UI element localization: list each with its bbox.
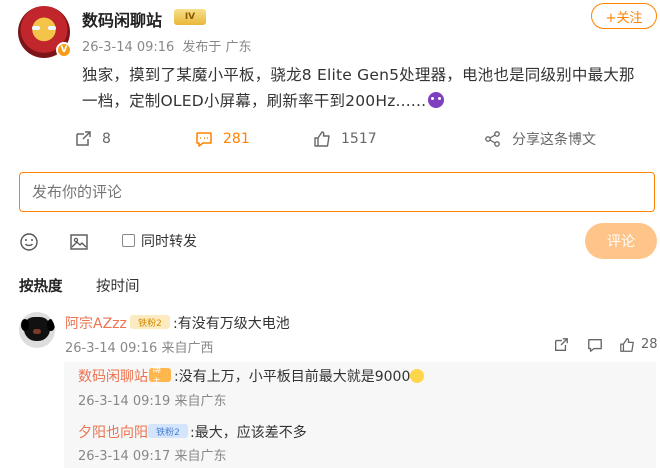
emoji-icon[interactable] — [19, 232, 39, 252]
comment-icon — [195, 130, 213, 148]
author-badge: 博主 — [149, 365, 171, 388]
post-date: 26-3-14 09:16 — [82, 40, 175, 55]
repost-count: 8 — [102, 131, 111, 147]
sort-by-hot-tab[interactable]: 按热度 — [19, 275, 63, 296]
repost-action[interactable]: 8 — [74, 128, 111, 150]
post-location: 发布于 广东 — [182, 40, 252, 55]
comment-like-count: 28 — [641, 337, 658, 352]
share-label: 分享这条博文 — [512, 132, 596, 148]
comment-repost-icon[interactable] — [553, 337, 569, 353]
comment-input[interactable] — [19, 172, 655, 212]
comment-meta: 26-3-14 09:16 来自广西 — [65, 337, 214, 356]
verified-icon: V — [56, 42, 72, 58]
reply-text: :最大，应该差不多 — [190, 425, 307, 441]
reply-text-content: :没有上万，小平板目前最大就是9000 — [174, 369, 411, 385]
reply-meta: 26-3-14 09:19 来自广东 — [78, 390, 227, 409]
like-action[interactable]: 1517 — [313, 128, 377, 150]
commenter-avatar[interactable] — [19, 312, 55, 348]
post-text: 独家，摸到了某魔小平板，骁龙8 Elite Gen5处理器，电池也是同级别中最大… — [82, 66, 635, 110]
sweat-emoji-icon — [410, 369, 425, 383]
reply-text: :没有上万，小平板目前最大就是9000 — [174, 366, 425, 386]
image-icon[interactable] — [69, 232, 89, 252]
like-count: 1517 — [341, 131, 377, 147]
level-badge: IV — [174, 9, 206, 25]
sort-by-time-tab[interactable]: 按时间 — [96, 275, 140, 296]
comment-reply-icon[interactable] — [587, 337, 603, 353]
sync-repost-checkbox[interactable] — [122, 234, 135, 247]
reply-location: 来自广东 — [174, 394, 227, 409]
share-icon — [484, 130, 502, 148]
share-action[interactable]: 分享这条博文 — [484, 128, 596, 150]
comment-action[interactable]: 281 — [195, 128, 250, 150]
commenter-name[interactable]: 阿宗AZzz — [65, 313, 127, 333]
author-name[interactable]: 数码闲聊站 — [82, 7, 162, 31]
thumbs-up-icon — [313, 130, 331, 148]
repost-icon — [74, 130, 92, 148]
sync-repost-label[interactable]: 同时转发 — [141, 231, 197, 251]
fan-badge: 铁粉2 — [130, 315, 170, 329]
comment-text: :有没有万级大电池 — [173, 316, 290, 332]
comment-date: 26-3-14 09:16 — [65, 341, 158, 356]
reply-meta: 26-3-14 09:17 来自广东 — [78, 445, 227, 464]
post-body: 独家，摸到了某魔小平板，骁龙8 Elite Gen5处理器，电池也是同级别中最大… — [82, 62, 650, 114]
reply-date: 26-3-14 09:17 — [78, 449, 171, 464]
reply-author-name[interactable]: 夕阳也向阳 — [78, 422, 148, 442]
post-meta: 26-3-14 09:16 发布于 广东 — [82, 36, 251, 55]
comment-count: 281 — [223, 131, 250, 147]
comment-like-icon[interactable] — [619, 337, 635, 353]
reply-location: 来自广东 — [174, 449, 227, 464]
submit-comment-button[interactable]: 评论 — [585, 223, 657, 259]
comment-location: 来自广西 — [161, 341, 214, 356]
reply-author-name[interactable]: 数码闲聊站 — [78, 366, 148, 386]
devil-emoji-icon — [428, 92, 445, 108]
fan-badge: 铁粉2 — [148, 424, 188, 438]
follow-button[interactable]: +关注 — [591, 3, 657, 29]
reply-date: 26-3-14 09:19 — [78, 394, 171, 409]
